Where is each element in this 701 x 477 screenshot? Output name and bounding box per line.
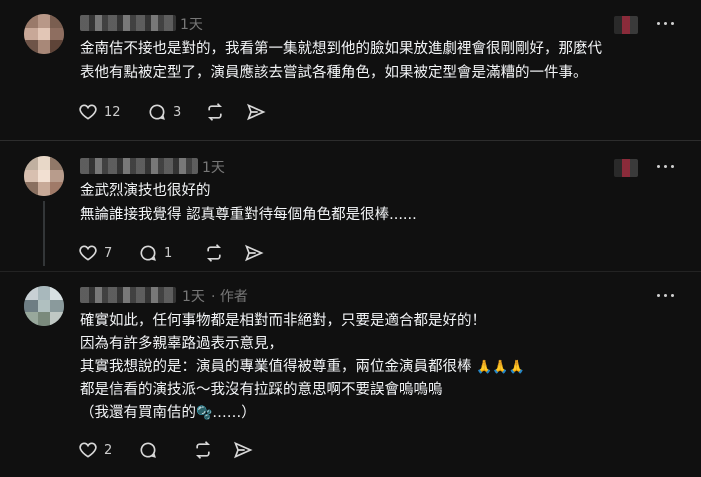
repost-button[interactable] <box>193 438 213 462</box>
avatar[interactable] <box>24 156 64 196</box>
post-text-line: 確實如此，任何事物都是相對而非絕對，只要是適合都是好的！ <box>80 313 486 329</box>
post-body: 金南佶不接也是對的，我看第一集就想到他的臉如果放進劇裡會很剛剛好，那麼代 表他有… <box>80 37 602 85</box>
post-2: 1天 金武烈演技也很好的 無論誰接我覺得 認真尊重對待每個角色都是很棒.....… <box>0 141 701 270</box>
username-link[interactable] <box>80 158 198 174</box>
post-text-line: 都是信看的演技派～我沒有拉踩的意思啊不要誤會嗚嗚嗚 <box>80 382 443 398</box>
like-button[interactable]: 2 <box>78 438 112 462</box>
like-button[interactable]: 7 <box>78 241 112 265</box>
like-count: 7 <box>104 245 113 261</box>
flag-icon <box>614 16 638 34</box>
post-text-line: 金武烈演技也很好的 <box>80 183 211 199</box>
post-text-line: 表他有點被定型了，演員應該去嘗試各種角色，如果被定型會是滿糟的一件事。 <box>80 65 588 81</box>
repost-icon <box>195 441 211 459</box>
post-time: 1天 <box>182 289 205 305</box>
share-icon <box>245 244 264 262</box>
comment-icon <box>140 245 156 261</box>
like-button[interactable]: 12 <box>78 100 121 124</box>
reply-button[interactable] <box>138 438 158 462</box>
post-time: 1天 <box>202 160 225 176</box>
post-text-line: （我還有買南佶的🫧……） <box>80 402 525 425</box>
post-time: 1天 <box>180 17 203 33</box>
more-icon[interactable] <box>654 157 678 177</box>
reply-count: 3 <box>173 104 182 120</box>
post-body: 確實如此，任何事物都是相對而非絕對，只要是適合都是好的！ 因為有許多親辜路過表示… <box>80 310 525 425</box>
post-text-line: 金南佶不接也是對的，我看第一集就想到他的臉如果放進劇裡會很剛剛好，那麼代 <box>80 41 602 57</box>
avatar[interactable] <box>24 286 64 326</box>
post-text-line: 其實我想說的是：演員的專業值得被尊重，兩位金演員都很棒 🙏🙏🙏 <box>80 356 525 379</box>
reply-button[interactable]: 3 <box>147 100 181 124</box>
share-icon <box>234 441 253 459</box>
bubbles-emoji: 🫧 <box>196 406 213 421</box>
like-count: 12 <box>104 104 121 120</box>
heart-icon <box>79 245 97 261</box>
like-count: 2 <box>104 442 113 458</box>
post-body: 金武烈演技也很好的 無論誰接我覺得 認真尊重對待每個角色都是很棒...... <box>80 179 417 227</box>
heart-icon <box>79 442 97 458</box>
comment-icon <box>140 442 156 458</box>
reply-button[interactable]: 1 <box>138 241 172 265</box>
more-icon[interactable] <box>654 14 678 34</box>
repost-button[interactable] <box>204 241 224 265</box>
share-icon <box>247 103 266 121</box>
share-button[interactable] <box>233 438 253 462</box>
post-text-line: 無論誰接我覺得 認真尊重對待每個角色都是很棒...... <box>80 207 417 223</box>
repost-button[interactable] <box>205 100 225 124</box>
author-tag: · 作者 <box>211 289 248 305</box>
share-button[interactable] <box>244 241 264 265</box>
username-link[interactable] <box>80 15 176 31</box>
reply-count: 1 <box>164 245 173 261</box>
post-1: 1天 金南佶不接也是對的，我看第一集就想到他的臉如果放進劇裡會很剛剛好，那麼代 … <box>0 0 701 140</box>
thread-line <box>43 201 45 266</box>
avatar[interactable] <box>24 14 64 54</box>
share-button[interactable] <box>246 100 266 124</box>
more-icon[interactable] <box>654 286 678 306</box>
post-3: 1天 · 作者 確實如此，任何事物都是相對而非絕對，只要是適合都是好的！ 因為有… <box>0 272 701 477</box>
repost-icon <box>206 244 222 262</box>
repost-icon <box>207 103 223 121</box>
pray-emoji: 🙏🙏🙏 <box>476 360 525 375</box>
heart-icon <box>79 104 97 120</box>
username-link[interactable] <box>80 287 176 303</box>
comment-icon <box>149 104 165 120</box>
post-text-line: 因為有許多親辜路過表示意見， <box>80 336 283 352</box>
flag-icon <box>614 159 638 177</box>
